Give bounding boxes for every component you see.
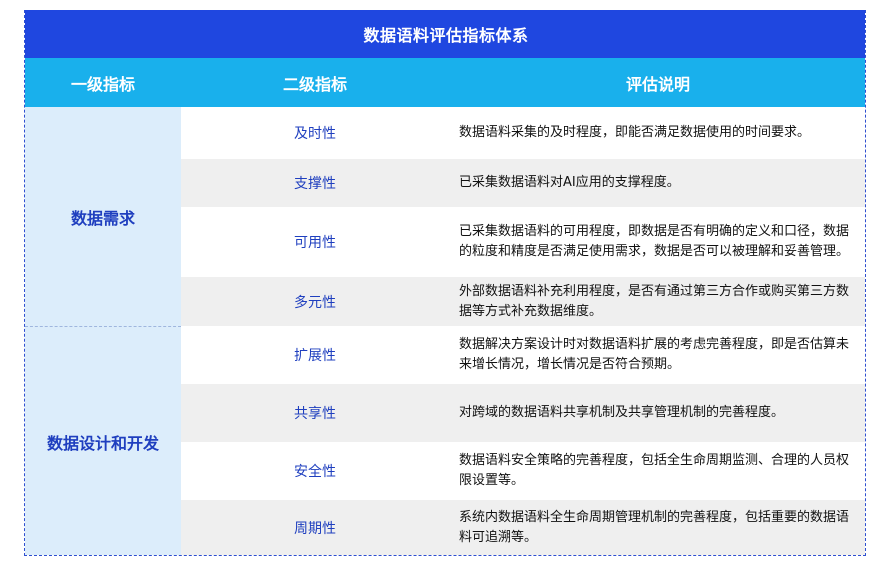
- description-cell: 数据解决方案设计时对数据语料扩展的考虑完善程度，即是否估算未来增长情况，增长情况…: [459, 337, 850, 372]
- level1-cell-data-demand: 数据需求: [25, 107, 181, 326]
- header-level1: 一级指标: [70, 74, 135, 94]
- description-cell: 数据语料采集的及时程度，即能否满足数据使用的时间要求。: [459, 125, 811, 140]
- description-cell: 外部数据语料补充利用程度，是否有通过第三方合作或购买第三方数据等方式补充数据维度…: [459, 283, 850, 319]
- description-cell: 已采集数据语料的可用程度，即数据是否有明确的定义和口径，数据的粒度和精度是否满足…: [459, 224, 850, 259]
- table-row: 多元性 外部数据语料补充利用程度，是否有通过第三方合作或购买第三方数据等方式补充…: [181, 277, 865, 326]
- header-description: 评估说明: [625, 74, 690, 94]
- description-cell: 系统内数据语料全生命周期管理机制的完善程度，包括重要的数据语料可追溯等。: [459, 510, 850, 545]
- level1-cell-data-design: 数据设计和开发: [25, 326, 181, 555]
- table-row: 扩展性 数据解决方案设计时对数据语料扩展的考虑完善程度，即是否估算未来增长情况，…: [181, 326, 865, 384]
- description-cell: 对跨域的数据语料共享机制及共享管理机制的完善程度。: [459, 405, 785, 420]
- header-level2: 二级指标: [282, 74, 347, 94]
- description-cell: 数据语料安全策略的完善程度，包括全生命周期监测、合理的人员权限设置等。: [459, 453, 850, 488]
- table-title: 数据语料评估指标体系: [25, 10, 865, 58]
- table-row: 支撑性 已采集数据语料对AI应用的支撑程度。: [181, 159, 865, 207]
- level2-cell: 可用性: [294, 235, 336, 251]
- level2-cell: 周期性: [294, 521, 336, 537]
- level2-cell: 扩展性: [294, 348, 336, 364]
- level2-cell: 共享性: [294, 406, 336, 422]
- table-row: 可用性 已采集数据语料的可用程度，即数据是否有明确的定义和口径，数据的粒度和精度…: [181, 207, 865, 277]
- table-row: 及时性 数据语料采集的及时程度，即能否满足数据使用的时间要求。: [181, 107, 865, 159]
- level2-cell: 支撑性: [294, 176, 336, 192]
- table-row: 共享性 对跨域的数据语料共享机制及共享管理机制的完善程度。: [181, 384, 865, 442]
- table-row: 周期性 系统内数据语料全生命周期管理机制的完善程度，包括重要的数据语料可追溯等。: [181, 500, 865, 555]
- description-cell: 已采集数据语料对AI应用的支撑程度。: [459, 175, 680, 190]
- indicator-table: 数据语料评估指标体系 一级指标 二级指标 评估说明 数据需求 及时性 数据语料采…: [24, 10, 866, 556]
- level2-cell: 安全性: [294, 464, 336, 480]
- level2-cell: 多元性: [294, 294, 336, 311]
- table-row: 安全性 数据语料安全策略的完善程度，包括全生命周期监测、合理的人员权限设置等。: [181, 442, 865, 500]
- table-header-row: 一级指标 二级指标 评估说明: [25, 58, 865, 107]
- level2-cell: 及时性: [294, 126, 336, 142]
